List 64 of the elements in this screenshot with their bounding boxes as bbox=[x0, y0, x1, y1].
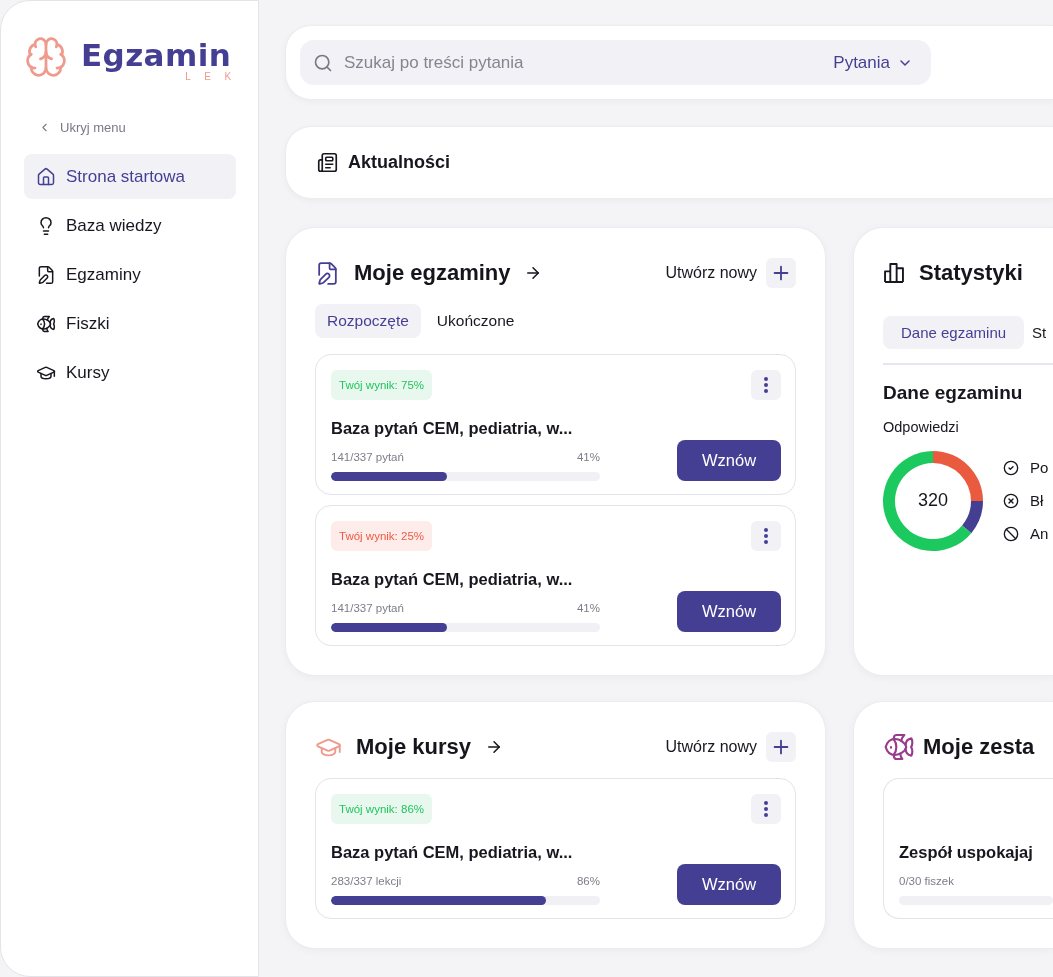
resume-button[interactable]: Wznów bbox=[677, 864, 781, 905]
plus-icon bbox=[766, 258, 796, 288]
home-icon bbox=[36, 166, 56, 187]
stats-subheading: Odpowiedzi bbox=[883, 417, 960, 436]
progress-count: 0/30 fiszek bbox=[899, 874, 954, 888]
brain-icon bbox=[24, 35, 68, 79]
resume-button[interactable]: Wznów bbox=[677, 591, 781, 632]
nav-item[interactable]: Fiszki bbox=[24, 301, 236, 346]
item-title: Baza pytań CEM, pediatria, w... bbox=[331, 842, 574, 862]
section-title-link[interactable]: Moje egzaminy bbox=[354, 260, 543, 286]
more-options-button[interactable] bbox=[751, 370, 781, 400]
logo-subtitle: LEK bbox=[185, 71, 245, 83]
progress-count: 141/337 pytań bbox=[331, 450, 404, 464]
bar-chart-icon bbox=[883, 263, 905, 283]
scope-dropdown[interactable]: Pytania bbox=[833, 52, 913, 73]
legend-label: Po bbox=[1030, 458, 1049, 477]
check-circle-icon bbox=[1003, 459, 1019, 476]
nav-item[interactable]: Kursy bbox=[24, 350, 236, 395]
progress-percent: 41% bbox=[576, 450, 600, 464]
total-count: 320 bbox=[917, 490, 948, 511]
nav-item[interactable]: Strona startowa bbox=[24, 154, 236, 199]
news-title: Aktualności bbox=[348, 152, 451, 173]
vertical-dots-icon bbox=[764, 528, 768, 544]
nav-item[interactable]: Egzaminy bbox=[24, 252, 236, 297]
resume-button[interactable]: Wznów bbox=[677, 440, 781, 481]
section-title-link[interactable]: Moje kursy bbox=[356, 734, 503, 760]
progress-percent: 86% bbox=[576, 874, 600, 888]
score-badge: Twój wynik: 75% bbox=[331, 370, 432, 400]
stats-heading: Dane egzaminu bbox=[883, 381, 1024, 404]
ban-icon bbox=[1003, 525, 1019, 542]
x-circle-icon bbox=[1003, 492, 1019, 509]
progress-count: 283/337 lekcji bbox=[331, 874, 402, 888]
more-options-button[interactable] bbox=[751, 521, 781, 551]
progress-count: 141/337 pytań bbox=[331, 601, 404, 615]
nav-item[interactable]: Baza wiedzy bbox=[24, 203, 236, 248]
more-options-button[interactable] bbox=[751, 794, 781, 824]
section-title: Moje zesta bbox=[923, 734, 1035, 760]
tab[interactable]: Dane egzaminu bbox=[883, 316, 1025, 349]
tab[interactable]: St bbox=[1024, 316, 1047, 349]
hide-menu-button[interactable]: Ukryj menu bbox=[24, 118, 126, 136]
create-new-button[interactable]: Utwórz nowy bbox=[665, 732, 796, 762]
score-badge: Twój wynik: 86% bbox=[331, 794, 432, 824]
newspaper-icon bbox=[317, 152, 338, 173]
fish-icon bbox=[36, 313, 56, 334]
file-pen-icon bbox=[36, 264, 56, 285]
score-badge: Twój wynik: 25% bbox=[331, 521, 432, 551]
progress-percent: 41% bbox=[576, 601, 600, 615]
vertical-dots-icon bbox=[764, 801, 768, 817]
logo-title: Egzamin bbox=[81, 37, 232, 73]
fish-icon bbox=[883, 731, 915, 763]
search-icon bbox=[313, 52, 333, 73]
tab[interactable]: Ukończone bbox=[424, 304, 527, 338]
item-title: Zespół uspokajaj bbox=[899, 842, 1034, 862]
tab[interactable]: Rozpoczęte bbox=[315, 304, 421, 338]
legend-label: Bł bbox=[1030, 491, 1044, 510]
section-title: Statystyki bbox=[919, 260, 1023, 286]
item-title: Baza pytań CEM, pediatria, w... bbox=[331, 418, 574, 438]
create-new-button[interactable]: Utwórz nowy bbox=[665, 258, 796, 288]
search-field[interactable]: Szukaj po treści pytania Pytania bbox=[300, 40, 931, 85]
item-title: Baza pytań CEM, pediatria, w... bbox=[331, 569, 574, 589]
vertical-dots-icon bbox=[764, 377, 768, 393]
plus-icon bbox=[766, 732, 796, 762]
file-pen-icon bbox=[315, 260, 340, 286]
legend-label: An bbox=[1030, 524, 1049, 543]
